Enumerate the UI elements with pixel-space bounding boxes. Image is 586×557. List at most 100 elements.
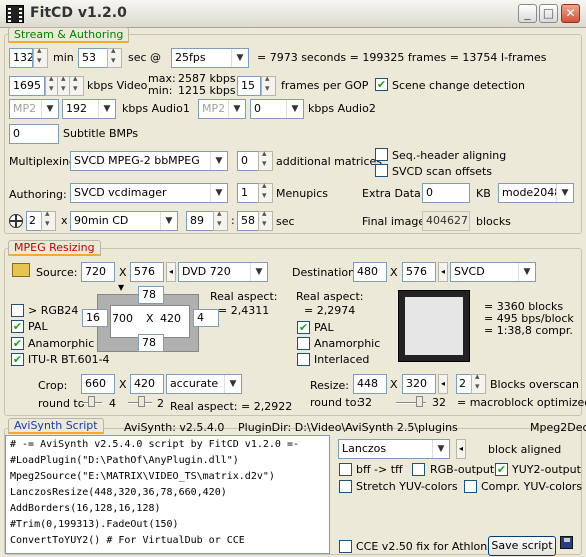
audio2-kbps-value: 0	[254, 102, 261, 115]
minutes-spinner[interactable]	[33, 46, 48, 68]
matrices-spinner[interactable]	[258, 149, 273, 171]
gop-spinner[interactable]	[261, 74, 276, 96]
seq-header-checkbox[interactable]	[375, 148, 388, 161]
plugin-dir: PluginDir: D:\Video\AviSynth 2.5\plugins	[238, 421, 458, 434]
resizer-select[interactable]: Lanczos ▼	[338, 439, 450, 459]
gop-field[interactable]: 15	[237, 76, 261, 96]
dest-prev-arrow[interactable]: ◂	[438, 262, 448, 282]
crop-bottom-field[interactable]: 78	[138, 334, 164, 352]
avisynth-script-tab[interactable]: AviSynth Script	[8, 418, 104, 434]
dest-anamorphic-checkbox[interactable]	[297, 337, 310, 350]
resize-width-field[interactable]: 448	[353, 374, 387, 394]
scan-offsets-checkbox[interactable]	[375, 164, 388, 177]
video-kbps-spinner-3[interactable]	[69, 74, 84, 96]
folder-open-icon[interactable]	[12, 263, 30, 277]
overscan-field[interactable]: 2	[456, 374, 472, 394]
anamorphic-checkbox[interactable]: ✔	[11, 337, 24, 350]
maximize-button[interactable]: □	[539, 4, 558, 23]
colon-label: :	[231, 214, 235, 227]
dest-width-field[interactable]: 480	[353, 262, 387, 282]
save-script-button[interactable]: Save script	[488, 536, 556, 556]
script-line: #LoadPlugin("D:\PathOf\AnyPlugin.dll")	[10, 455, 239, 466]
audio1-kbps-select[interactable]: 192 ▼	[62, 99, 116, 119]
rgb-output-checkbox[interactable]	[412, 463, 425, 476]
audio1-kbps-value: 192	[66, 102, 87, 115]
crop-height-field[interactable]: 420	[130, 374, 164, 394]
close-button[interactable]: ✕	[561, 4, 580, 23]
seconds-spinner[interactable]	[107, 46, 122, 68]
menupics-field[interactable]: 1	[237, 183, 259, 203]
crop-top-arrow-icon[interactable]: ▼	[118, 283, 124, 292]
mpeg-resizing-tab[interactable]: MPEG Resizing	[8, 240, 101, 256]
stream-authoring-tab[interactable]: Stream & Authoring	[8, 27, 130, 43]
rgb24-checkbox[interactable]	[11, 304, 24, 317]
resize-height-field[interactable]: 320	[402, 374, 436, 394]
source-x-label: X	[119, 266, 127, 279]
stretch-yuv-checkbox[interactable]	[339, 480, 352, 493]
cce-fix-checkbox[interactable]	[339, 540, 352, 553]
source-prev-arrow[interactable]: ◂	[166, 262, 176, 282]
pal-checkbox[interactable]: ✔	[11, 320, 24, 333]
seconds-field[interactable]: 53	[78, 48, 108, 68]
cd-seconds-spinner[interactable]	[258, 209, 273, 231]
extra-data-field[interactable]: 0	[422, 183, 470, 203]
mode-select[interactable]: mode2048 ▼	[498, 183, 574, 203]
crop-right-field[interactable]: 4	[193, 309, 219, 327]
dest-pal-checkbox[interactable]: ✔	[297, 321, 310, 334]
resize-prev-arrow[interactable]: ◂	[438, 374, 448, 394]
script-editor[interactable]: # -= AviSynth v2.5.4.0 script by FitCD v…	[5, 435, 330, 554]
audio1-codec-select[interactable]: MP2 ▼	[9, 99, 59, 119]
interlaced-checkbox[interactable]	[297, 353, 310, 366]
crop-mode-select[interactable]: accurate ▼	[166, 374, 242, 394]
source-width-field[interactable]: 720	[81, 262, 115, 282]
floppy-disk-icon[interactable]	[560, 536, 573, 549]
cd-seconds-field[interactable]: 58	[237, 211, 259, 231]
seq-header-label: Seq.-header aligning	[392, 149, 507, 162]
source-preset-select[interactable]: DVD 720 ▼	[178, 262, 268, 282]
disc-count-spinner[interactable]	[41, 209, 56, 231]
overscan-spinner[interactable]	[471, 372, 486, 394]
audio2-kbps-select[interactable]: 0 ▼	[250, 99, 304, 119]
minutes-field[interactable]: 132	[9, 48, 33, 68]
menupics-spinner[interactable]	[258, 181, 273, 203]
dest-height-field[interactable]: 576	[402, 262, 436, 282]
minimize-button[interactable]: _	[518, 4, 537, 23]
yuy2-output-checkbox[interactable]: ✔	[495, 463, 508, 476]
disc-count-field[interactable]: 2	[26, 211, 42, 231]
cd-size-select[interactable]: 90min CD ▼	[70, 211, 178, 231]
compr-yuv-label: Compr. YUV-colors	[481, 480, 583, 493]
audio2-codec-select[interactable]: MP2 ▼	[198, 99, 246, 119]
script-line: AddBorders(16,128,16,128)	[10, 503, 161, 514]
cd-minutes-field[interactable]: 89	[186, 211, 214, 231]
multiplexing-value: SVCD MPEG-2 bbMPEG	[74, 154, 200, 167]
min-bitrate-label: min:	[148, 84, 173, 97]
subtitle-field[interactable]: 0	[9, 124, 59, 144]
resizer-prev-arrow[interactable]: ◂	[456, 439, 466, 459]
itu-checkbox[interactable]: ✔	[11, 353, 24, 366]
scan-offsets-label: SVCD scan offsets	[392, 165, 492, 178]
compr-yuv-checkbox[interactable]	[464, 480, 477, 493]
crop-width-field[interactable]: 660	[81, 374, 115, 394]
resize-x-label: X	[390, 378, 398, 391]
mode-value: mode2048	[502, 186, 562, 199]
crop-left-field[interactable]: 16	[82, 309, 108, 327]
video-kbps-field[interactable]: 1695	[9, 76, 45, 96]
source-height-field[interactable]: 576	[130, 262, 164, 282]
crop-top-field[interactable]: 78	[138, 286, 164, 304]
multiplexing-select[interactable]: SVCD MPEG-2 bbMPEG ▼	[70, 151, 228, 171]
dest-preview-inner	[405, 297, 463, 355]
resize-round-slider-knob[interactable]	[416, 396, 423, 407]
scene-detect-checkbox[interactable]: ✔	[375, 78, 388, 91]
cd-minutes-spinner[interactable]	[213, 209, 228, 231]
round-slider-2-knob[interactable]	[138, 396, 145, 407]
globe-icon[interactable]	[9, 214, 23, 228]
matrices-field[interactable]: 0	[237, 151, 259, 171]
dest-preset-select[interactable]: SVCD ▼	[450, 262, 536, 282]
round-to-label: round to	[38, 397, 85, 410]
fps-select[interactable]: 25fps ▼	[171, 48, 249, 68]
bff-checkbox[interactable]	[339, 463, 352, 476]
authoring-select[interactable]: SVCD vcdimager ▼	[70, 183, 228, 203]
round-slider-1-knob[interactable]	[88, 396, 95, 407]
matrices-label: additional matrices	[276, 155, 383, 168]
cce-fix-label: CCE v2.50 fix for Athlons	[356, 540, 493, 553]
